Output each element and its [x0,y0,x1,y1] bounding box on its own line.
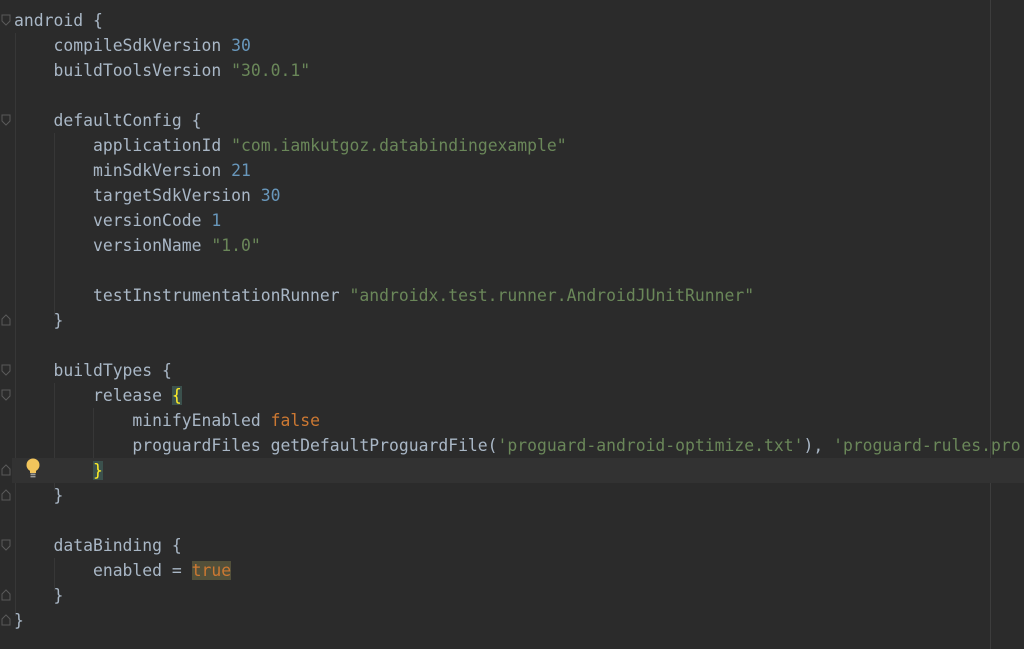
fold-marker-icon[interactable] [1,464,11,476]
code-text: defaultConfig { [53,111,202,130]
current-line-highlight [12,458,1024,483]
fold-marker-icon[interactable] [1,364,11,376]
code-string: "androidx.test.runner.AndroidJUnitRunner… [349,286,755,305]
code-text: buildTypes { [53,361,172,380]
code-text: android { [14,11,103,30]
code-text: } [14,611,24,630]
code-line[interactable]: minSdkVersion 21 [14,158,251,183]
fold-marker-icon[interactable] [1,314,11,326]
code-line[interactable]: dataBinding { [14,533,182,558]
code-line[interactable]: } [14,308,63,333]
fold-marker-icon[interactable] [1,114,11,126]
code-key: enabled = [92,561,192,580]
right-margin-guide [990,0,991,649]
code-line[interactable]: buildToolsVersion "30.0.1" [14,58,310,83]
fold-marker-icon[interactable] [1,389,11,401]
code-key: versionName [92,236,202,255]
code-key: compileSdkVersion [53,36,222,55]
code-text: } [53,486,64,505]
code-key: testInstrumentationRunner [92,286,340,305]
code-string: "com.iamkutgoz.databindingexample" [231,136,567,155]
fold-marker-icon[interactable] [1,539,11,551]
code-line[interactable]: release { [14,383,182,408]
fold-marker-icon[interactable] [1,614,11,626]
code-key: release [92,386,163,405]
code-string: "1.0" [211,236,261,255]
code-line[interactable]: versionCode 1 [14,208,221,233]
code-text: proguardFiles getDefaultProguardFile( [132,436,498,455]
code-line[interactable]: } [14,583,63,608]
code-line[interactable]: defaultConfig { [14,108,202,133]
code-line[interactable]: proguardFiles getDefaultProguardFile('pr… [14,433,1024,458]
fold-marker-icon[interactable] [1,589,11,601]
code-number: 30 [231,36,251,55]
code-line[interactable]: android { [14,8,103,33]
matched-brace: } [92,461,103,480]
code-line[interactable]: } [14,608,24,633]
code-line[interactable]: applicationId "com.iamkutgoz.databinding… [14,133,567,158]
code-string: "30.0.1" [231,61,311,80]
code-key: versionCode [92,211,202,230]
code-line[interactable]: testInstrumentationRunner "androidx.test… [14,283,754,308]
matched-brace: { [171,386,182,405]
code-number: 30 [260,186,281,205]
code-keyword: true [191,561,232,580]
code-key: applicationId [92,136,222,155]
code-keyword: false [270,411,320,430]
code-editor[interactable]: android { compileSdkVersion 30 buildTool… [0,0,1024,649]
code-line[interactable]: } [14,483,63,508]
code-key: minifyEnabled [132,411,261,430]
code-text: } [53,586,64,605]
code-text: } [53,311,64,330]
code-text: ), [803,436,834,455]
code-line[interactable]: versionName "1.0" [14,233,261,258]
fold-marker-icon[interactable] [1,14,11,26]
code-key: targetSdkVersion [92,186,251,205]
code-line[interactable]: buildTypes { [14,358,172,383]
code-number: 1 [211,211,222,230]
code-line[interactable]: compileSdkVersion 30 [14,33,251,58]
code-line[interactable]: } [14,458,103,483]
code-line[interactable]: minifyEnabled false [14,408,320,433]
code-key: buildToolsVersion [53,61,222,80]
fold-marker-icon[interactable] [1,489,11,501]
code-key: minSdkVersion [92,161,222,180]
code-line[interactable]: targetSdkVersion 30 [14,183,281,208]
code-line[interactable]: enabled = true [14,558,232,583]
code-string: 'proguard-android-optimize.txt' [497,436,804,455]
code-string: 'proguard-rules.pro' [833,436,1024,455]
code-text: dataBinding { [53,536,182,555]
code-number: 21 [231,161,251,180]
